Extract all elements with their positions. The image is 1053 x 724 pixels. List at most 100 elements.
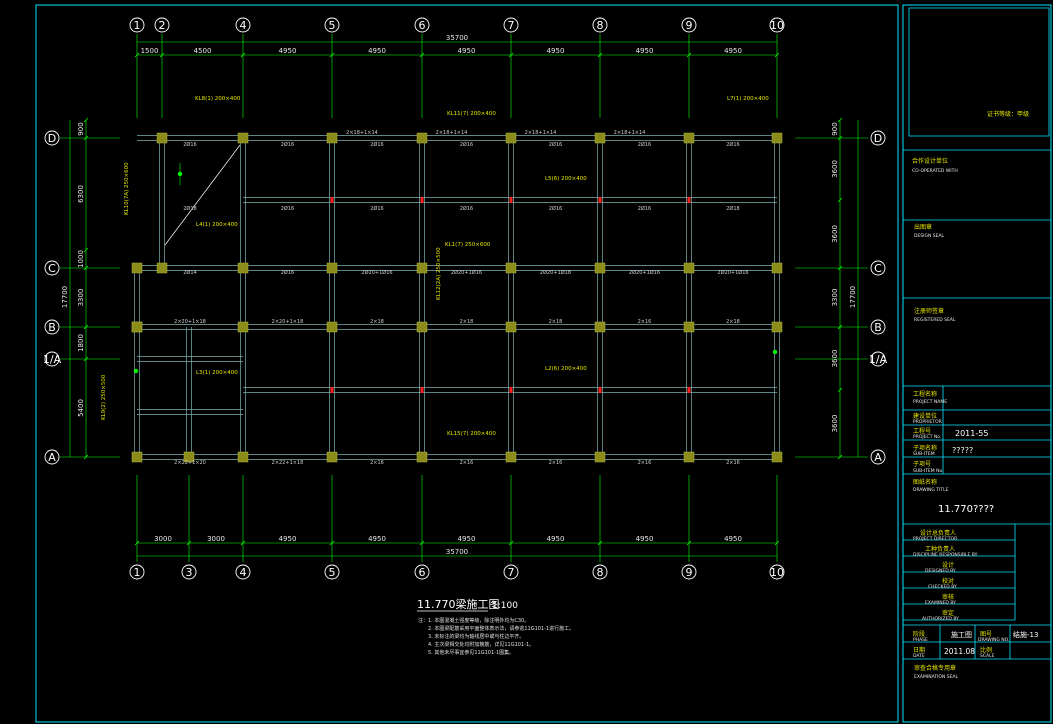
secondary-beam-mark — [509, 197, 513, 203]
dim-left-label: 900 — [77, 122, 85, 135]
reg-seal-cn: 注册师签章 — [914, 307, 944, 315]
column — [237, 262, 249, 274]
beam-label-c: 2Ø20+1Ø16 — [361, 269, 392, 276]
designed-en: DESIGNED BY — [925, 568, 956, 574]
column — [505, 321, 517, 333]
axis-bottom-5: 5 — [324, 564, 340, 580]
dim-bottom-label: 3000 — [207, 535, 225, 543]
beam-name-label: KL1(7) 250×600 — [445, 242, 491, 248]
dim-top-label: 1500 — [141, 47, 159, 55]
beam-label-b: 2×16 — [638, 319, 652, 325]
dim-bottom-label: 4950 — [279, 535, 297, 543]
secondary-beam-mark — [330, 387, 334, 393]
dim-bottom-label: 4950 — [458, 535, 476, 543]
dim-top-label: 4500 — [194, 47, 212, 55]
reg-seal-en: REGISTERED SEAL — [914, 317, 956, 323]
axis-right-A-label: A — [874, 451, 882, 464]
dim-right-label: 900 — [831, 122, 839, 135]
date: 2011.08 — [944, 647, 975, 656]
secondary-beam-mark — [598, 387, 602, 393]
owner-cn: 建设单位 — [913, 412, 937, 420]
axis-left-D: D — [44, 130, 60, 146]
column — [237, 451, 249, 463]
beam-label-d: 2Ø16 — [281, 141, 294, 148]
beam-label-c: 2Ø20+1Ø16 — [629, 269, 660, 276]
project-name-en: PROJECT NAME — [913, 399, 947, 405]
drawing-title-cn: 图纸名称 — [913, 478, 937, 486]
axis-bottom-4-label: 4 — [240, 566, 247, 579]
beam-label-d: 2Ø16 — [183, 141, 196, 148]
secondary-beam-mark — [598, 197, 602, 203]
date-cn: 日期 — [913, 646, 925, 654]
dim-right-label: 3600 — [831, 415, 839, 433]
dim-right-label: 3600 — [831, 350, 839, 368]
dim-left-label: 3300 — [77, 289, 85, 307]
axis-bottom-3-label: 3 — [186, 566, 193, 579]
axis-top-1-label: 1 — [134, 19, 141, 32]
column — [416, 262, 428, 274]
axis-top-5-label: 5 — [329, 19, 336, 32]
drawing-scale: 1:100 — [492, 601, 518, 611]
column — [156, 132, 168, 144]
axis-left-B-label: B — [48, 321, 56, 334]
axis-bottom-9: 9 — [681, 564, 697, 580]
note-line-3: 3. 未标注的梁均为轴线居中或与柱边平齐。 — [428, 633, 524, 640]
beam-label-a: 2×16 — [549, 460, 563, 466]
director-en: PROJECT DIRECTOR — [913, 536, 957, 542]
beam-name-label: L5(6) 200×400 — [545, 176, 587, 182]
beam-label-d-top: 2×18+1×14 — [525, 130, 557, 136]
owner-en: PROPRIETOR — [913, 419, 942, 425]
beam-label-a: 2×16 — [460, 460, 474, 466]
secondary-beam-mark — [330, 197, 334, 203]
subitem-no-en: SUB-ITEM No. — [913, 468, 944, 474]
beam-label-b: 2×18 — [549, 319, 563, 325]
beam-label-a: 2×22+1×18 — [272, 460, 304, 466]
axis-bottom-8-label: 8 — [597, 566, 604, 579]
column — [683, 321, 695, 333]
dim-bottom-label: 3000 — [154, 535, 172, 543]
checked-en: CHECKED BY — [928, 584, 957, 590]
column — [594, 451, 606, 463]
dim-top-overall: 35700 — [446, 34, 468, 42]
discipline-cn: 工种负责人 — [925, 545, 955, 553]
dim-top-label: 4950 — [368, 47, 386, 55]
axis-bottom-10: 10 — [769, 564, 785, 580]
beam-label-c: 2Ø16 — [281, 269, 294, 276]
column — [771, 262, 783, 274]
discipline-en: DISCIPLINE RESPONSIBLE BY — [913, 552, 978, 558]
axis-top-9: 9 — [681, 17, 697, 33]
subitem: ????? — [952, 446, 973, 455]
dim-right-overall: 17700 — [849, 286, 857, 308]
columns — [131, 132, 783, 463]
dim-right-label: 3300 — [831, 289, 839, 307]
axis-top-6-label: 6 — [419, 19, 426, 32]
axis-left-D-label: D — [48, 132, 56, 145]
axis-bottom-8: 8 — [592, 564, 608, 580]
beam-label-c: 2Ø14 — [183, 269, 196, 276]
beam-label-d: 2Ø16 — [370, 141, 383, 148]
beam-label-a: 2×16 — [726, 460, 740, 466]
beam-label-mid: 2Ø16 — [460, 205, 473, 212]
beam-label-c: 2Ø20+1Ø16 — [717, 269, 748, 276]
drawing-title-en: DRAWING TITLE — [913, 487, 949, 493]
axis-top-8: 8 — [592, 17, 608, 33]
axis-bottom-6-label: 6 — [419, 566, 426, 579]
axis-top-7: 7 — [503, 17, 519, 33]
axis-top-6: 6 — [414, 17, 430, 33]
axis-left-C-label: C — [48, 262, 56, 275]
axis-top-8-label: 8 — [597, 19, 604, 32]
secondary-beam-mark — [420, 197, 424, 203]
axis-top-1: 1 — [129, 17, 145, 33]
beam-label-a: 2×22+1×20 — [174, 460, 206, 466]
secondary-beam-mark — [509, 387, 513, 393]
axis-right-C-label: C — [874, 262, 882, 275]
column — [771, 132, 783, 144]
axis-top-9-label: 9 — [686, 19, 693, 32]
axis-left-A-label: A — [48, 451, 56, 464]
dim-left-label: 6300 — [77, 185, 85, 203]
beam-label-c: 2Ø20+1Ø16 — [451, 269, 482, 276]
director-cn: 设计总负责人 — [920, 529, 956, 537]
leader-dot — [772, 349, 778, 355]
axis-bottom-3: 3 — [181, 564, 197, 580]
axis-top-7-label: 7 — [508, 19, 515, 32]
